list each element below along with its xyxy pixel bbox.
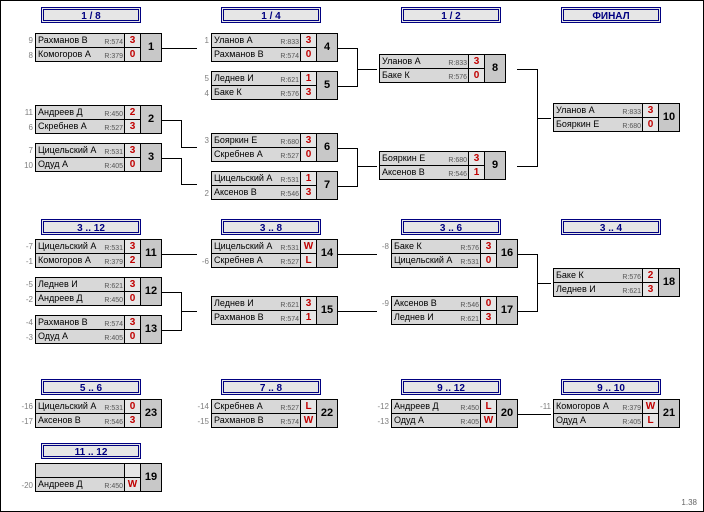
conn (537, 118, 538, 167)
match-10: Уланов АR:833Бояркин ЕR:6803010 (553, 103, 703, 133)
match-12: -5-2Леднев ИR:621Андреев ДR:4503012 (35, 277, 185, 307)
header-p78: 7 .. 8 (221, 379, 321, 395)
header-p910: 9 .. 10 (561, 379, 661, 395)
match-21: -11Комогоров АR:379Одуд АR:405WL21 (553, 399, 703, 429)
match-22: -14-15Скребнев АR:527Рахманов ВR:574LW22 (211, 399, 361, 429)
match-1: 98Рахманов ВR:574Комогоров АR:379301 (35, 33, 185, 63)
match-23: -16-17Цицельский АR:531Аксенов ВR:546032… (35, 399, 185, 429)
match-4: 1Уланов АR:833Рахманов ВR:574304 (211, 33, 361, 63)
match-19: -20Андреев ДR:450W19 (35, 463, 185, 493)
header-p1112: 11 .. 12 (41, 443, 141, 459)
header-r8: 1 / 8 (41, 7, 141, 23)
match-9: Бояркин ЕR:680Аксенов ВR:546319 (379, 151, 529, 181)
match-20: -12-13Андреев ДR:450Одуд АR:405LW20 (391, 399, 541, 429)
header-fin: ФИНАЛ (561, 7, 661, 23)
header-p38: 3 .. 8 (221, 219, 321, 235)
header-r2: 1 / 2 (401, 7, 501, 23)
match-5: 54Леднев ИR:621Баке КR:576135 (211, 71, 361, 101)
header-p312: 3 .. 12 (41, 219, 141, 235)
header-p34: 3 .. 4 (561, 219, 661, 235)
match-18: Баке КR:576Леднев ИR:6212318 (553, 268, 703, 298)
conn (537, 69, 538, 119)
match-17: -9Аксенов ВR:546Леднев ИR:6210317 (391, 296, 541, 326)
match-13: -4-3Рахманов ВR:574Одуд АR:4053013 (35, 315, 185, 345)
match-11: -7-1Цицельский АR:531Комогоров АR:379321… (35, 239, 185, 269)
version-label: 1.38 (681, 498, 697, 507)
header-p56: 5 .. 6 (41, 379, 141, 395)
match-3: 710Цицельский АR:531Одуд АR:405303 (35, 143, 185, 173)
match-8: Уланов АR:833Баке КR:576308 (379, 54, 529, 84)
conn (181, 184, 197, 185)
header-p912: 9 .. 12 (401, 379, 501, 395)
conn (537, 283, 551, 284)
conn (181, 311, 197, 312)
header-r4: 1 / 4 (221, 7, 321, 23)
match-2: 116Андреев ДR:450Скребнев АR:527232 (35, 105, 185, 135)
bracket-stage: { "version":"1.38", "headers":{"r8":"1 /… (0, 0, 704, 512)
conn (357, 166, 377, 167)
match-15: Леднев ИR:621Рахманов ВR:5743115 (211, 296, 361, 326)
match-16: -8Баке КR:576Цицельский АR:5313016 (391, 239, 541, 269)
header-p36: 3 .. 6 (401, 219, 501, 235)
conn (537, 118, 551, 119)
match-14: -6Цицельский АR:531Скребнев АR:527WL14 (211, 239, 361, 269)
conn (357, 69, 377, 70)
match-6: 3Бояркин ЕR:680Скребнев АR:527306 (211, 133, 361, 163)
match-7: 2Цицельский АR:531Аксенов ВR:546137 (211, 171, 361, 201)
